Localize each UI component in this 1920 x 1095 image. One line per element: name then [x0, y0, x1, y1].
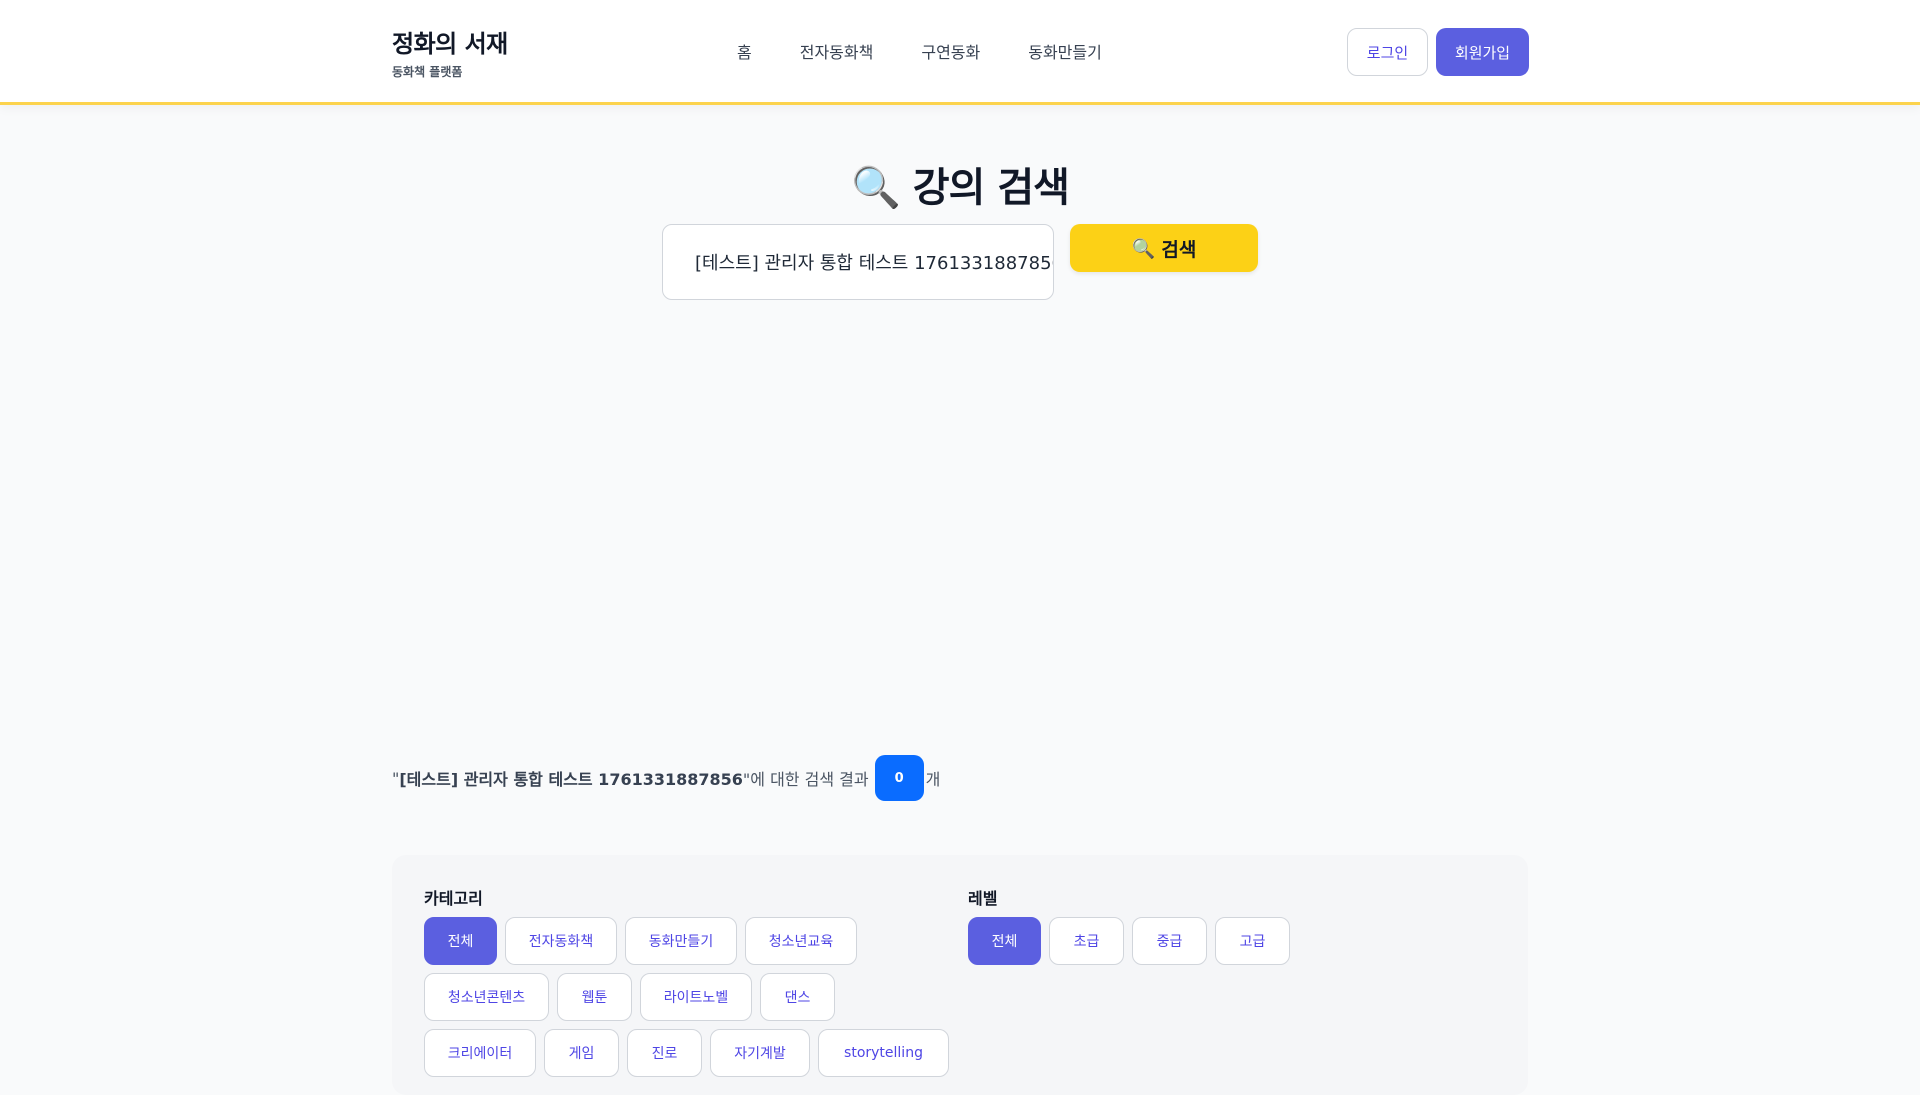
- page-title-text: 강의 검색: [912, 165, 1070, 211]
- result-count-badge: 0: [874, 755, 924, 801]
- category-chip-create-story[interactable]: 동화만들기: [625, 917, 737, 965]
- result-query: [테스트] 관리자 통합 테스트 1761331887856: [399, 770, 743, 789]
- category-chip-youth-education[interactable]: 청소년교육: [745, 917, 857, 965]
- category-filter-label: 카테고리: [424, 889, 483, 908]
- result-suffix: 개: [925, 770, 941, 789]
- result-mid-text: "에 대한 검색 결과: [742, 770, 869, 789]
- search-input[interactable]: [테스트] 관리자 통합 테스트 1761331887856: [662, 224, 1054, 300]
- magnifier-icon: 🔍: [1131, 237, 1156, 260]
- level-chip-intermediate[interactable]: 중급: [1132, 917, 1207, 965]
- nav-item-create-story[interactable]: 동화만들기: [1028, 39, 1102, 63]
- main-nav: 홈 전자동화책 구연동화 동화만들기: [737, 39, 1150, 63]
- category-chip-creator[interactable]: 크리에이터: [424, 1029, 536, 1077]
- level-chip-beginner[interactable]: 초급: [1049, 917, 1124, 965]
- brand-logo[interactable]: 정화의 서재 동화책 플랫폼: [392, 24, 508, 80]
- category-chip-career[interactable]: 진로: [627, 1029, 702, 1077]
- filter-panel: 카테고리 전체 전자동화책 동화만들기 청소년교육 청소년콘텐츠 웹툰 라이트노…: [392, 855, 1528, 1095]
- brand-subtitle: 동화책 플랫폼: [392, 65, 463, 79]
- category-chip-game[interactable]: 게임: [544, 1029, 619, 1077]
- signup-button[interactable]: 회원가입: [1436, 28, 1529, 76]
- nav-item-ebooks[interactable]: 전자동화책: [800, 39, 874, 63]
- brand-title: 정화의 서재: [392, 30, 508, 58]
- category-chip-storytelling[interactable]: storytelling: [818, 1029, 949, 1077]
- search-result-summary: " [테스트] 관리자 통합 테스트 1761331887856 "에 대한 검색 …: [392, 755, 940, 801]
- level-chip-all[interactable]: 전체: [968, 917, 1041, 965]
- nav-item-storytelling[interactable]: 구연동화: [921, 39, 980, 63]
- category-chip-youth-content[interactable]: 청소년콘텐츠: [424, 973, 549, 1021]
- category-chip-ebooks[interactable]: 전자동화책: [505, 917, 617, 965]
- search-button-label: 검색: [1161, 238, 1197, 261]
- page-title: 🔍 강의 검색: [0, 155, 1920, 213]
- level-chip-advanced[interactable]: 고급: [1215, 917, 1290, 965]
- site-header: 정화의 서재 동화책 플랫폼 홈 전자동화책 구연동화 동화만들기 로그인 회원…: [0, 0, 1920, 105]
- level-filter-label: 레벨: [968, 889, 998, 908]
- result-open-quote: ": [392, 768, 400, 788]
- category-chip-dance[interactable]: 댄스: [760, 973, 835, 1021]
- login-button[interactable]: 로그인: [1347, 28, 1428, 76]
- search-button[interactable]: 🔍 검색: [1070, 224, 1258, 272]
- nav-item-home[interactable]: 홈: [737, 39, 752, 63]
- category-chip-light-novel[interactable]: 라이트노벨: [640, 973, 752, 1021]
- magnifier-icon: 🔍: [851, 165, 901, 211]
- category-chip-webtoon[interactable]: 웹툰: [557, 973, 632, 1021]
- category-chip-self-development[interactable]: 자기계발: [710, 1029, 810, 1077]
- category-chip-all[interactable]: 전체: [424, 917, 497, 965]
